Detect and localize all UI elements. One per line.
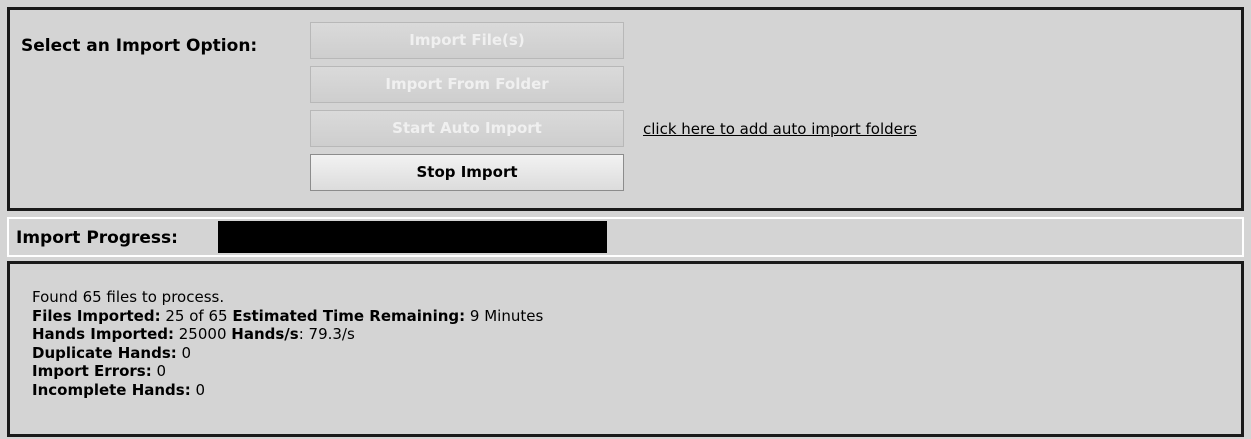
duplicate-hands-label: Duplicate Hands: — [32, 343, 177, 362]
import-options-panel: Select an Import Option: Import File(s) … — [7, 7, 1244, 211]
import-from-folder-button[interactable]: Import From Folder — [310, 66, 624, 103]
import-progress-label: Import Progress: — [16, 228, 178, 248]
hands-imported-line: Hands Imported: 25000 Hands/s: 79.3/s — [32, 325, 355, 343]
hands-per-second-label: Hands/s — [231, 325, 299, 343]
import-stats-panel: Found 65 files to process. Files Importe… — [7, 261, 1244, 437]
hands-imported-label: Hands Imported: — [32, 325, 174, 343]
import-errors-line: Import Errors: 0 — [32, 362, 543, 381]
files-imported-value: 25 of 65 — [165, 306, 228, 325]
import-options-label: Select an Import Option: — [21, 36, 258, 56]
hands-per-second-value: 79.3/s — [308, 325, 355, 343]
import-errors-value: 0 — [156, 362, 167, 380]
add-auto-import-folders-link[interactable]: click here to add auto import folders — [643, 120, 917, 138]
incomplete-hands-value: 0 — [195, 380, 206, 399]
import-errors-label: Import Errors: — [32, 362, 152, 380]
duplicate-hands-value: 0 — [181, 343, 192, 362]
time-remaining-value: 9 Minutes — [469, 306, 544, 325]
import-stats: Found 65 files to process. Files Importe… — [32, 288, 543, 399]
import-files-button[interactable]: Import File(s) — [310, 22, 624, 59]
duplicate-hands-line: Duplicate Hands: 0 — [32, 344, 543, 363]
import-progress-bar — [218, 221, 1242, 253]
files-imported-line: Files Imported: 25 of 65 Estimated Time … — [32, 307, 543, 326]
import-progress-row: Import Progress: — [7, 217, 1244, 257]
start-auto-import-button[interactable]: Start Auto Import — [310, 110, 624, 147]
import-progress-fill — [218, 221, 608, 253]
hands-imported-value: 25000 — [178, 325, 227, 343]
files-imported-label: Files Imported: — [32, 306, 161, 325]
incomplete-hands-line: Incomplete Hands: 0 — [32, 381, 543, 400]
time-remaining-label: Estimated Time Remaining: — [232, 306, 466, 325]
incomplete-hands-label: Incomplete Hands: — [32, 380, 191, 399]
found-files-line: Found 65 files to process. — [32, 288, 225, 306]
stop-import-button[interactable]: Stop Import — [310, 154, 624, 191]
